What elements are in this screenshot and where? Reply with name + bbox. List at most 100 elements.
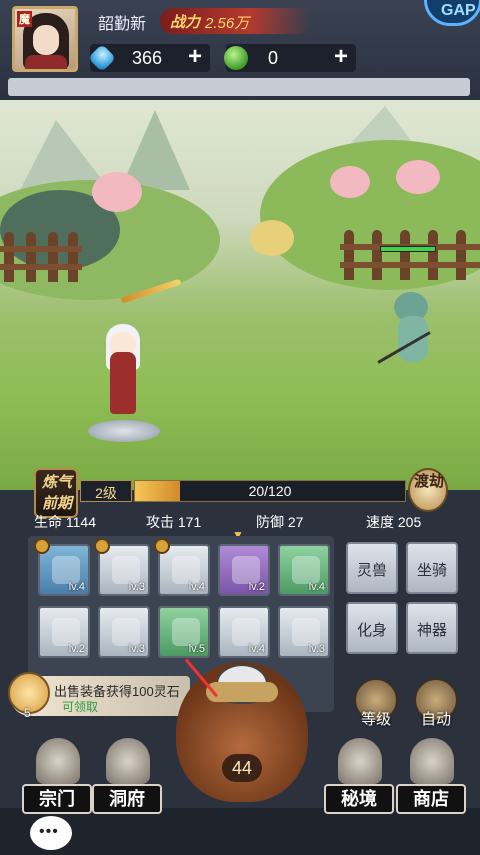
exp-bar: 20/120 bbox=[134, 480, 406, 502]
equipment-slot-armor[interactable]: lv.2 bbox=[218, 544, 270, 596]
equipment-level: lv.4 bbox=[248, 643, 265, 655]
cave-icon bbox=[106, 738, 150, 784]
task-banner[interactable]: 5 出售装备获得100灵石 可领取 bbox=[8, 672, 190, 720]
equipment-slot-necklace[interactable]: lv.3 bbox=[98, 606, 150, 658]
player-name: 韶勤新 bbox=[98, 16, 147, 33]
enhance-star-icon bbox=[154, 538, 170, 554]
bag-count: 44 bbox=[222, 754, 262, 782]
shop-icon bbox=[410, 738, 454, 784]
corner-event-button[interactable]: GAP bbox=[424, 0, 480, 26]
nav-secret-realm[interactable]: 秘境 bbox=[324, 738, 394, 818]
avatar-tag: 魔 bbox=[17, 11, 32, 27]
nav-shop[interactable]: 商店 bbox=[396, 738, 466, 818]
power-label: 战力 bbox=[170, 14, 201, 31]
breakthrough-label: 渡劫 bbox=[414, 473, 445, 490]
yellow-bush bbox=[250, 220, 294, 256]
mount-button[interactable]: 坐骑 bbox=[406, 542, 458, 594]
notice-bar bbox=[8, 78, 470, 96]
boots-icon bbox=[52, 618, 80, 646]
equipment-slot-pendant[interactable]: lv.5 bbox=[158, 606, 210, 658]
equipment-level: lv.2 bbox=[248, 581, 265, 593]
avatar-form-button[interactable]: 化身 bbox=[346, 602, 398, 654]
pendant-icon bbox=[172, 618, 200, 646]
sword-icon bbox=[52, 556, 80, 584]
nav-secret-realm-label: 秘境 bbox=[324, 784, 394, 814]
equipment-slot-pants[interactable]: lv.3 bbox=[278, 606, 330, 658]
equipment-level: lv.3 bbox=[308, 643, 325, 655]
equipment-slot-hat[interactable]: lv.3 bbox=[94, 538, 150, 596]
power-value: 2.56万 bbox=[205, 15, 250, 32]
lotus-platform bbox=[88, 420, 160, 442]
level-label: 2级 bbox=[95, 485, 117, 501]
corner-button-label: GAP bbox=[441, 2, 476, 19]
hero-body bbox=[110, 352, 136, 414]
player-character bbox=[88, 322, 160, 442]
armor-icon bbox=[232, 556, 260, 584]
equipment-level: lv.4 bbox=[308, 581, 325, 593]
stat-attack: 攻击 171 bbox=[146, 514, 202, 530]
add-leaf-button[interactable]: + bbox=[334, 43, 348, 71]
left-fence bbox=[0, 232, 82, 282]
loot-bag-button[interactable]: 44 bbox=[176, 662, 308, 802]
nav-shop-label: 商店 bbox=[396, 784, 466, 814]
equipment-slot-belt[interactable]: lv.4 bbox=[218, 606, 270, 658]
sect-icon bbox=[36, 738, 80, 784]
task-claim-status: 可领取 bbox=[62, 700, 99, 714]
hair-icon bbox=[172, 556, 200, 584]
level-button-label: 等级 bbox=[360, 711, 391, 728]
equipment-level: lv.3 bbox=[128, 581, 145, 593]
equipment-slot-boots[interactable]: lv.2 bbox=[38, 606, 90, 658]
stat-defense: 防御 27 bbox=[256, 514, 304, 530]
enemy-hp-fill bbox=[381, 247, 435, 251]
hat-icon bbox=[112, 556, 140, 584]
blue-gem-icon bbox=[87, 43, 117, 73]
realm-tag: 炼气前期 bbox=[34, 468, 78, 518]
nav-cave-label: 洞府 bbox=[92, 784, 162, 814]
enhance-star-icon bbox=[94, 538, 110, 554]
stat-hp: 生命 1144 bbox=[34, 514, 96, 530]
necklace-icon bbox=[112, 618, 140, 646]
gem-value: 366 bbox=[132, 48, 163, 68]
enhance-star-icon bbox=[34, 538, 50, 554]
enemy-hp-bar bbox=[380, 246, 436, 252]
level-box: 2级 bbox=[80, 480, 132, 502]
equipment-slot-sword[interactable]: lv.4 bbox=[34, 538, 90, 596]
belt-icon bbox=[232, 618, 260, 646]
equipment-level: lv.2 bbox=[68, 643, 85, 655]
equipment-slot-hair[interactable]: lv.4 bbox=[154, 538, 210, 596]
enemy-character bbox=[377, 286, 450, 376]
nav-sect[interactable]: 宗门 bbox=[22, 738, 92, 818]
equipment-slot-ring[interactable]: lv.4 bbox=[278, 544, 330, 596]
equipment-level: lv.3 bbox=[128, 643, 145, 655]
breakthrough-button[interactable]: 渡劫 bbox=[408, 468, 448, 512]
secret-realm-icon bbox=[338, 738, 382, 784]
chat-button[interactable]: ••• bbox=[30, 816, 72, 850]
ring-icon bbox=[292, 556, 320, 584]
pink-tree bbox=[330, 166, 370, 198]
exp-text: 20/120 bbox=[248, 483, 292, 499]
artifact-button[interactable]: 神器 bbox=[406, 602, 458, 654]
nav-sect-label: 宗门 bbox=[22, 784, 92, 814]
top-bar: 魔 韶勤新 战力 2.56万 GAP 366 + 0 + bbox=[0, 0, 480, 100]
pants-icon bbox=[292, 618, 320, 646]
nav-cave[interactable]: 洞府 bbox=[92, 738, 162, 818]
pink-tree bbox=[92, 172, 142, 212]
avatar-robe bbox=[25, 55, 67, 69]
player-avatar[interactable]: 魔 bbox=[12, 6, 78, 72]
leaf-resource: 0 + bbox=[224, 43, 356, 72]
pink-tree bbox=[396, 160, 440, 194]
equipment-level: lv.5 bbox=[188, 643, 205, 655]
character-panel: 炼气前期 2级 20/120 渡劫 生命 1144 攻击 171 防御 27 速… bbox=[0, 468, 480, 855]
stat-speed: 速度 205 bbox=[366, 514, 422, 530]
green-swirl-icon bbox=[224, 46, 248, 70]
bag-knot bbox=[206, 682, 278, 702]
add-gem-button[interactable]: + bbox=[188, 43, 202, 71]
realm-label: 炼气前期 bbox=[41, 474, 72, 512]
equipment-level: lv.4 bbox=[68, 581, 85, 593]
leaf-value: 0 bbox=[268, 48, 279, 68]
combat-power-badge: 战力 2.56万 bbox=[160, 8, 310, 34]
spirit-beast-button[interactable]: 灵兽 bbox=[346, 542, 398, 594]
right-fence bbox=[340, 230, 480, 280]
avatar-face bbox=[33, 25, 59, 55]
gem-resource: 366 + bbox=[87, 43, 210, 73]
